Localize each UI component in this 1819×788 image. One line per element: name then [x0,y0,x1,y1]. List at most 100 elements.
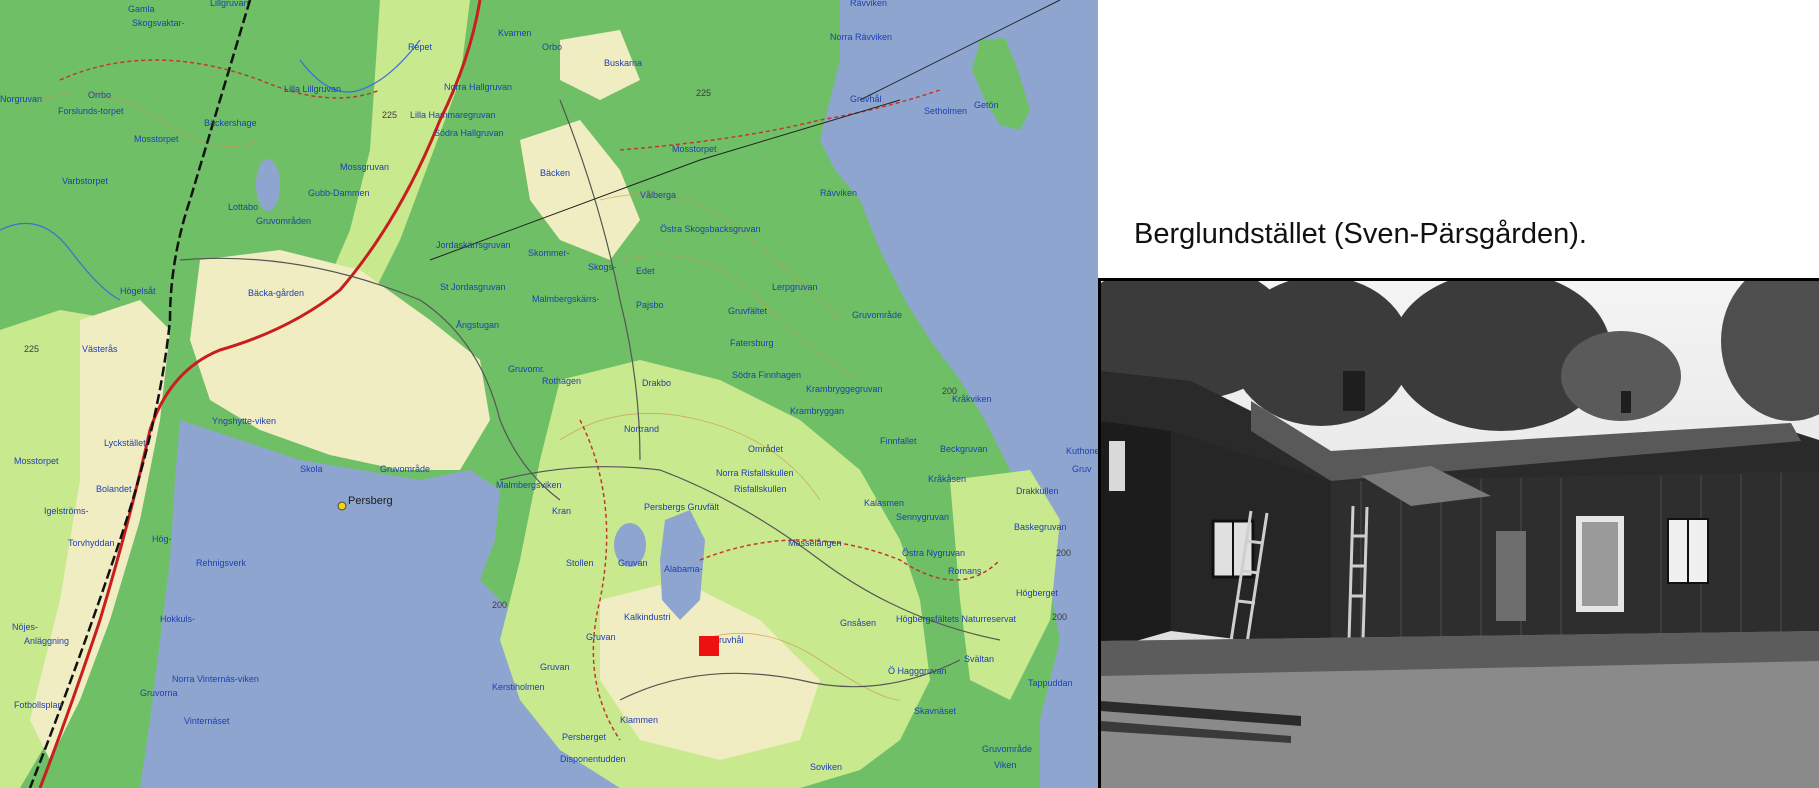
map-label: Torvhyddan [68,538,115,548]
map-label: Yngshytte-viken [212,416,276,426]
map-label: Kalkindustri [624,612,671,622]
map-label: Skommer- [528,248,570,258]
map-label: Skavnäset [914,706,957,716]
map-label: Skola [300,464,323,474]
map-label: Drakkullen [1016,486,1059,496]
map-label: Gamla [128,4,155,14]
map-panel[interactable]: Gamla Lillgruvan Skogsvaktar- Kvarnen Or… [0,0,1098,788]
map-label: Norra Vinternäs-viken [172,674,259,684]
photo-caption: Berglundstället (Sven-Pärsgården). [1134,218,1587,250]
map-label: Jordaskärrsgruvan [436,240,511,250]
map-label: Gnsåsen [840,618,876,628]
contour-label: 225 [382,110,397,120]
map-label: Buskarna [604,58,642,68]
map-label: Lilla Lillgruvan [284,84,341,94]
map-label: Repet [408,42,433,52]
map-label: Rävviken [850,0,887,8]
map-label: Beckgruvan [940,444,988,454]
map-label: Persberget [562,732,607,742]
map-label: Norgruvan [0,94,42,104]
map-label: Lottabo [228,202,258,212]
map-label: Norra Hallgruvan [444,82,512,92]
map-label: Rävviken [820,188,857,198]
map-label: Gruvområde [982,744,1032,754]
map-label: Persbergs Gruvfält [644,502,720,512]
map-label: Vinternäset [184,716,230,726]
map-label: Drakbo [642,378,671,388]
map-label: Kerstiholmen [492,682,545,692]
map-label: Mosstorpet [134,134,179,144]
map-label: Fatersburg [730,338,774,348]
map-label: Bäckershage [204,118,257,128]
topographic-map[interactable]: Gamla Lillgruvan Skogsvaktar- Kvarnen Or… [0,0,1098,788]
pond [256,159,280,211]
door [1496,531,1526,621]
red-square-marker-icon[interactable] [699,636,719,656]
map-label: Gruvområde [852,310,902,320]
map-label: Norra Risfallskullen [716,468,794,478]
photo [1098,278,1819,788]
map-label: Gruvomr. [508,364,545,374]
map-label: Lerpgruvan [772,282,818,292]
map-label: Kran [552,506,571,516]
map-label: Masselången [788,538,842,548]
map-label: Västerås [82,344,118,354]
map-label: Risfallskullen [734,484,787,494]
map-label: Gruvan [618,558,648,568]
map-label: Edet [636,266,655,276]
map-label: Skogsvaktar- [132,18,185,28]
map-label: Fotbollsplan [14,700,63,710]
map-label: Anläggning [24,636,69,646]
contour-label: 225 [24,344,39,354]
map-label: Kvarnen [498,28,532,38]
map-label: Krambryggan [790,406,844,416]
place-label: Persberg [348,495,393,507]
map-label: Alabama- [664,564,703,574]
map-label: Gruvorna [140,688,178,698]
map-label: Getön [974,100,999,110]
map-label: Södra Finnhagen [732,370,801,380]
map-label: Bolandet [96,484,132,494]
map-label: Finnfallet [880,436,917,446]
map-label: Gruvområde [380,464,430,474]
map-label: Nöjes- [12,622,38,632]
map-label: Klammen [620,715,658,725]
map-label: Malmbergskärrs- [532,294,600,304]
map-label: Gruv [1072,464,1092,474]
window [1109,441,1125,491]
map-label: Kråkåsen [928,474,966,484]
map-label: Viken [994,760,1016,770]
map-label: Setholmen [924,106,967,116]
contour-label: 200 [492,600,507,610]
farmhouse-photo [1101,281,1819,788]
map-label: Ö Hagggruvan [888,666,947,676]
map-label: Norra Rävviken [830,32,892,42]
map-label: Hokkuls- [160,614,195,624]
map-label: Forslunds-torpet [58,106,124,116]
map-label: Lillgruvan [210,0,249,8]
map-label: Ångstugan [456,320,499,330]
map-label: Lyckstället [104,438,146,448]
map-label: Kråkviken [952,394,992,404]
map-label: Igelströms- [44,506,89,516]
map-label: Sennygruvan [896,512,949,522]
map-label: Hög- [152,534,172,544]
map-label: Mosstorpet [672,144,717,154]
map-label: Romans [948,566,982,576]
map-label: Gubb-Dammen [308,188,370,198]
map-label: Gruvhål [850,94,882,104]
map-label: Baskegruvan [1014,522,1067,532]
map-label: Krambryggegruvan [806,384,883,394]
map-label: Kalasmen [864,498,904,508]
map-label: Bäcken [540,168,570,178]
map-label: Vålberga [640,190,676,200]
map-label: Gruvan [586,632,616,642]
map-label: Bäcka-gården [248,288,304,298]
map-label: Högbergsfältets Naturreservat [896,614,1017,624]
map-label: Pajsbo [636,300,664,310]
map-label: Svältan [964,654,994,664]
map-label: Området [748,444,784,454]
map-label: Gruvfältet [728,306,768,316]
map-label: Lilla Hammaregruvan [410,110,496,120]
map-label: Orrbo [88,90,111,100]
